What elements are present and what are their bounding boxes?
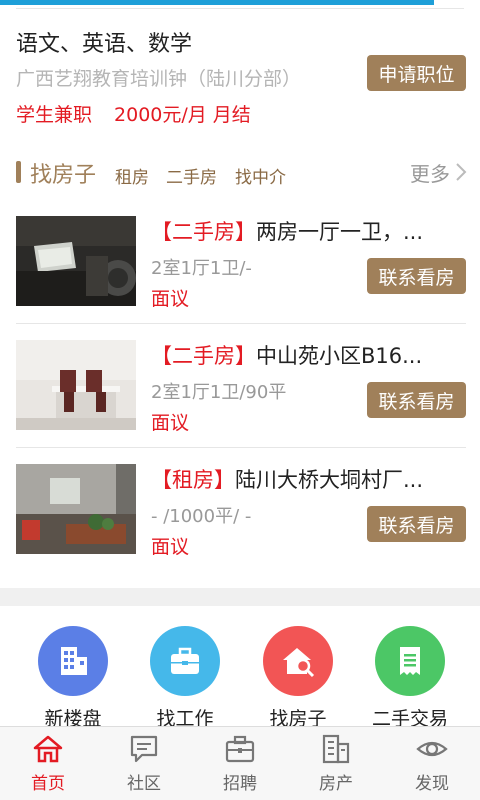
divider (16, 8, 464, 9)
tab-community[interactable]: 社区 (96, 727, 192, 800)
section-title: 找房子 (30, 163, 97, 188)
quick-link-jobs[interactable]: 找工作 (130, 626, 240, 730)
job-title: 语文、英语、数学 (16, 32, 193, 57)
tab-label: 房产 (319, 774, 353, 794)
listing-item[interactable]: 【二手房】两房一厅一卫，... 2室1厅1卫/- 面议 联系看房 (0, 200, 480, 324)
housing-section-header: 找房子 租房 二手房 找中介 更多 (0, 148, 480, 196)
job-company: 广西艺翔教育培训钟（陆川分部） (16, 68, 302, 90)
listing-spec: 2室1厅1卫/90平 (151, 382, 287, 403)
job-type: 学生兼职 (16, 104, 93, 126)
listing-item[interactable]: 【租房】陆川大桥大垌村厂... - /1000平/ - 面议 联系看房 (0, 448, 480, 572)
tab-agency[interactable]: 找中介 (235, 163, 286, 188)
house-search-icon (263, 626, 333, 696)
quick-link-find-house[interactable]: 找房子 (243, 626, 353, 730)
tab-second-hand[interactable]: 二手房 (166, 163, 217, 188)
chat-icon (130, 735, 158, 763)
job-pay-line: 学生兼职 2000元/月 月结 (16, 100, 251, 127)
listing-title: 【二手房】两房一厅一卫，... (151, 220, 424, 244)
tab-label: 社区 (127, 774, 161, 794)
tab-property[interactable]: 房产 (288, 727, 384, 800)
chevron-right-icon[interactable] (455, 162, 467, 182)
more-link[interactable]: 更多 (410, 158, 450, 187)
listing-title: 【二手房】中山苑小区B16... (151, 344, 423, 368)
listing-spec: - /1000平/ - (151, 506, 252, 527)
section-gap (0, 588, 480, 606)
quick-link-second-hand[interactable]: 二手交易 (355, 626, 465, 730)
bottom-tab-bar: 首页 社区 招聘 房产 发现 (0, 726, 480, 800)
quick-link-new-homes[interactable]: 新楼盘 (18, 626, 128, 730)
apply-job-button[interactable]: 申请职位 (367, 55, 466, 91)
listing-price: 面议 (151, 536, 190, 558)
contact-viewing-button[interactable]: 联系看房 (367, 382, 466, 418)
tab-label: 首页 (31, 774, 65, 794)
home-icon (33, 735, 63, 763)
tab-home[interactable]: 首页 (0, 727, 96, 800)
tab-label: 招聘 (223, 774, 257, 794)
building-icon (38, 626, 108, 696)
top-progress-strip (0, 0, 480, 9)
listing-photo (16, 216, 136, 306)
contact-viewing-button[interactable]: 联系看房 (367, 506, 466, 542)
listing-title: 【租房】陆川大桥大垌村厂... (151, 468, 424, 492)
contact-viewing-button[interactable]: 联系看房 (367, 258, 466, 294)
tab-label: 发现 (415, 774, 449, 794)
listing-price: 面议 (151, 288, 190, 310)
listing-photo (16, 464, 136, 554)
listing-price: 面议 (151, 412, 190, 434)
listing-item[interactable]: 【二手房】中山苑小区B16... 2室1厅1卫/90平 面议 联系看房 (0, 324, 480, 448)
tab-rent[interactable]: 租房 (115, 163, 149, 188)
quick-links: 新楼盘 找工作 找房子 二手交易 (0, 606, 480, 730)
section-marker (16, 161, 21, 183)
listing-spec: 2室1厅1卫/- (151, 258, 252, 279)
job-card[interactable]: 语文、英语、数学 广西艺翔教育培训钟（陆川分部） 申请职位 学生兼职 2000元/… (0, 18, 480, 138)
buildings-icon (322, 734, 350, 764)
top-accent-bar (0, 0, 434, 5)
listing-photo (16, 340, 136, 430)
briefcase-icon (225, 735, 255, 763)
briefcase-icon (150, 626, 220, 696)
job-salary: 2000元/月 月结 (114, 104, 251, 126)
eye-icon (416, 741, 448, 757)
tab-recruit[interactable]: 招聘 (192, 727, 288, 800)
tab-discover[interactable]: 发现 (384, 727, 480, 800)
receipt-icon (375, 626, 445, 696)
